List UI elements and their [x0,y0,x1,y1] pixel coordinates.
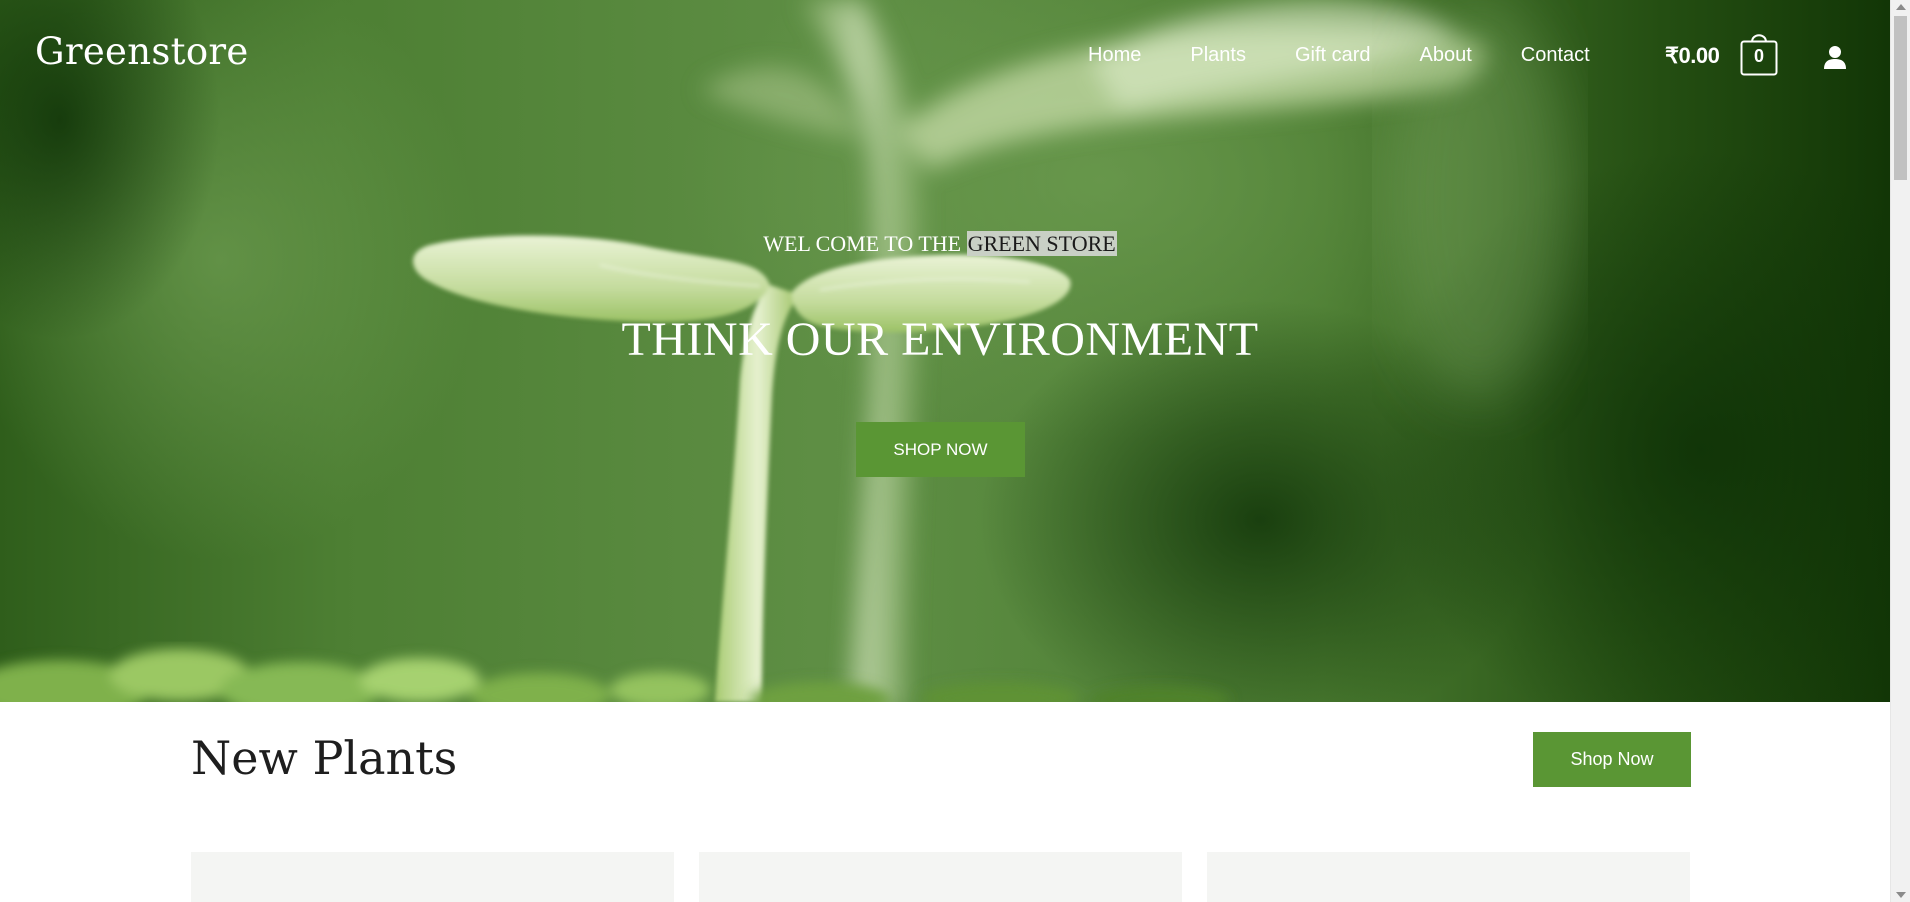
hero-headline: THINK OUR ENVIRONMENT [621,313,1259,366]
product-card[interactable] [191,852,674,902]
scroll-thumb[interactable] [1894,16,1907,180]
nav-about[interactable]: About [1420,44,1472,67]
scroll-down-arrow-icon[interactable] [1896,892,1906,898]
hero-banner: Greenstore Home Plants Gift card About C… [0,0,1890,702]
main-nav: Home Plants Gift card About Contact [1088,44,1590,67]
hero-welcome-highlight: GREEN STORE [966,231,1117,256]
scroll-up-arrow-icon[interactable] [1896,4,1906,10]
nav-home[interactable]: Home [1088,44,1141,67]
new-plants-title: New Plants [191,731,458,785]
product-card[interactable] [699,852,1182,902]
nav-gift-card[interactable]: Gift card [1295,44,1371,67]
page: Greenstore Home Plants Gift card About C… [0,0,1890,902]
new-plants-shop-now-button[interactable]: Shop Now [1533,732,1691,787]
product-card[interactable] [1207,852,1690,902]
hero-shop-now-button[interactable]: SHOP NOW [856,422,1025,477]
user-icon[interactable] [1823,45,1847,69]
site-header: Greenstore Home Plants Gift card About C… [0,0,1890,114]
page-scrollbar[interactable] [1890,0,1910,902]
cart-button[interactable]: 0 [1740,29,1778,77]
cart-total[interactable]: ₹0.00 [1665,43,1720,69]
hero-welcome-prefix: WEL COME TO THE [763,231,962,256]
nav-plants[interactable]: Plants [1190,44,1246,67]
nav-contact[interactable]: Contact [1521,44,1590,67]
site-logo[interactable]: Greenstore [35,30,249,73]
cart-count-badge: 0 [1753,46,1764,66]
hero-welcome-text: WEL COME TO THE GREEN STORE [0,224,1880,264]
